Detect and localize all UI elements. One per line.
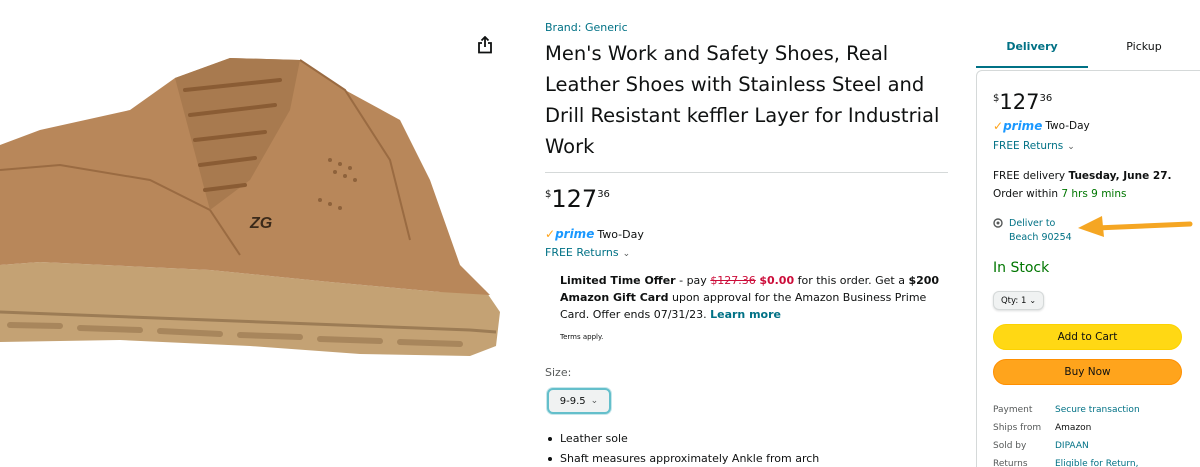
price-whole: 127 [551,185,598,213]
prime-badge: ✓ prime Two-Day [545,227,644,241]
add-to-cart-button[interactable]: Add to Cart [993,324,1182,350]
detail-key: Sold by [993,441,1027,451]
bullet-icon [548,437,552,441]
prime-logo: prime [1003,119,1043,133]
free-returns-label: FREE Returns [545,246,619,259]
terms-text[interactable]: Terms apply. [560,333,603,341]
table-row: Returns Eligible for Return, [993,455,1140,467]
offer-mid-text: for this order. Get a [794,274,909,287]
table-row: Ships from Amazon [993,419,1140,437]
annotation-arrow-icon [1078,216,1193,237]
buybox-price: $ 127 36 [993,90,1052,114]
chevron-down-icon: ⌄ [622,249,631,259]
seller-link[interactable]: DIPAAN [1055,437,1089,455]
limited-offer: Limited Time Offer - pay $127.36 $0.00 f… [560,272,945,323]
boot-logo: ZG [250,215,273,232]
detail-value: Amazon [1055,423,1092,433]
divider [545,172,948,173]
secure-transaction-link[interactable]: Secure transaction [1055,401,1140,419]
quantity-dropdown[interactable]: Qty: 1 ⌄ [993,291,1044,310]
seller-details: Payment Secure transaction Ships from Am… [993,401,1140,467]
bullet-text: Shaft measures approximately Ankle from … [560,452,820,465]
offer-prefix: Limited Time Offer [560,274,676,287]
offer-new-price: $0.00 [759,274,795,287]
prime-speed: Two-Day [1045,120,1090,132]
share-icon [478,36,492,54]
detail-key: Payment [993,405,1033,415]
offer-pay-text: - pay [675,274,711,287]
price-whole: 127 [999,90,1040,114]
product-details: Brand: Generic Men's Work and Safety Sho… [545,0,950,467]
size-dropdown[interactable]: 9-9.5 ⌄ [547,388,611,414]
deliver-to-link[interactable]: Deliver to Beach 90254 [993,217,1072,245]
chevron-down-icon: ⌄ [1067,142,1075,152]
prime-check-icon: ✓ [993,119,1004,133]
share-button[interactable] [470,30,500,60]
detail-key: Returns [993,459,1028,467]
list-item: Shaft measures approximately Ankle from … [545,449,819,467]
delivery-date: Tuesday, June 27. [1068,170,1172,182]
return-policy-link[interactable]: Eligible for Return, [1055,455,1138,467]
location-pin-icon [993,218,1003,228]
prime-speed: Two-Day [597,227,644,241]
prime-badge: ✓ prime Two-Day [993,119,1090,133]
free-returns-link[interactable]: FREE Returns ⌄ [545,246,630,259]
detail-key: Ships from [993,423,1042,433]
buy-now-button[interactable]: Buy Now [993,359,1182,385]
quantity-value: Qty: 1 [1000,295,1027,306]
brand-link[interactable]: Brand: Generic [545,21,628,34]
free-returns-link[interactable]: FREE Returns ⌄ [993,140,1075,152]
stock-status: In Stock [993,260,1050,276]
order-within-time: 7 hrs 9 mins [1061,188,1127,200]
chevron-down-icon: ⌄ [1029,296,1037,305]
size-selected-value: 9-9.5 [559,395,586,407]
prime-check-icon: ✓ [545,227,556,241]
price-fraction: 36 [1039,93,1053,104]
price: $ 127 36 [545,186,610,212]
delivery-message: FREE delivery Tuesday, June 27. Order wi… [993,167,1198,203]
size-label: Size: [545,366,572,379]
prime-logo: prime [555,227,595,241]
deliver-to-line2: Beach 90254 [1009,232,1072,243]
table-row: Sold by DIPAAN [993,437,1140,455]
feature-bullets: Leather sole Shaft measures approximatel… [545,429,819,467]
tab-pickup[interactable]: Pickup [1088,40,1200,53]
tab-delivery[interactable]: Delivery [976,40,1088,53]
delivery-prefix: FREE delivery [993,170,1069,182]
product-title: Men's Work and Safety Shoes, Real Leathe… [545,42,940,158]
deliver-to-line1: Deliver to [1009,218,1056,229]
product-image-column: ZG [0,0,520,467]
chevron-down-icon: ⌄ [590,396,599,406]
price-fraction: 36 [597,189,610,200]
learn-more-link[interactable]: Learn more [710,308,781,321]
active-tab-indicator [976,66,1088,68]
fulfillment-tabs: Delivery Pickup [976,0,1200,70]
free-returns-label: FREE Returns [993,140,1064,152]
table-row: Payment Secure transaction [993,401,1140,419]
list-item: Leather sole [545,429,819,449]
bullet-text: Leather sole [560,432,628,445]
product-image[interactable]: ZG [0,50,500,380]
order-within-prefix: Order within [993,188,1062,200]
bullet-icon [548,457,552,461]
offer-old-price: $127.36 [710,274,756,287]
